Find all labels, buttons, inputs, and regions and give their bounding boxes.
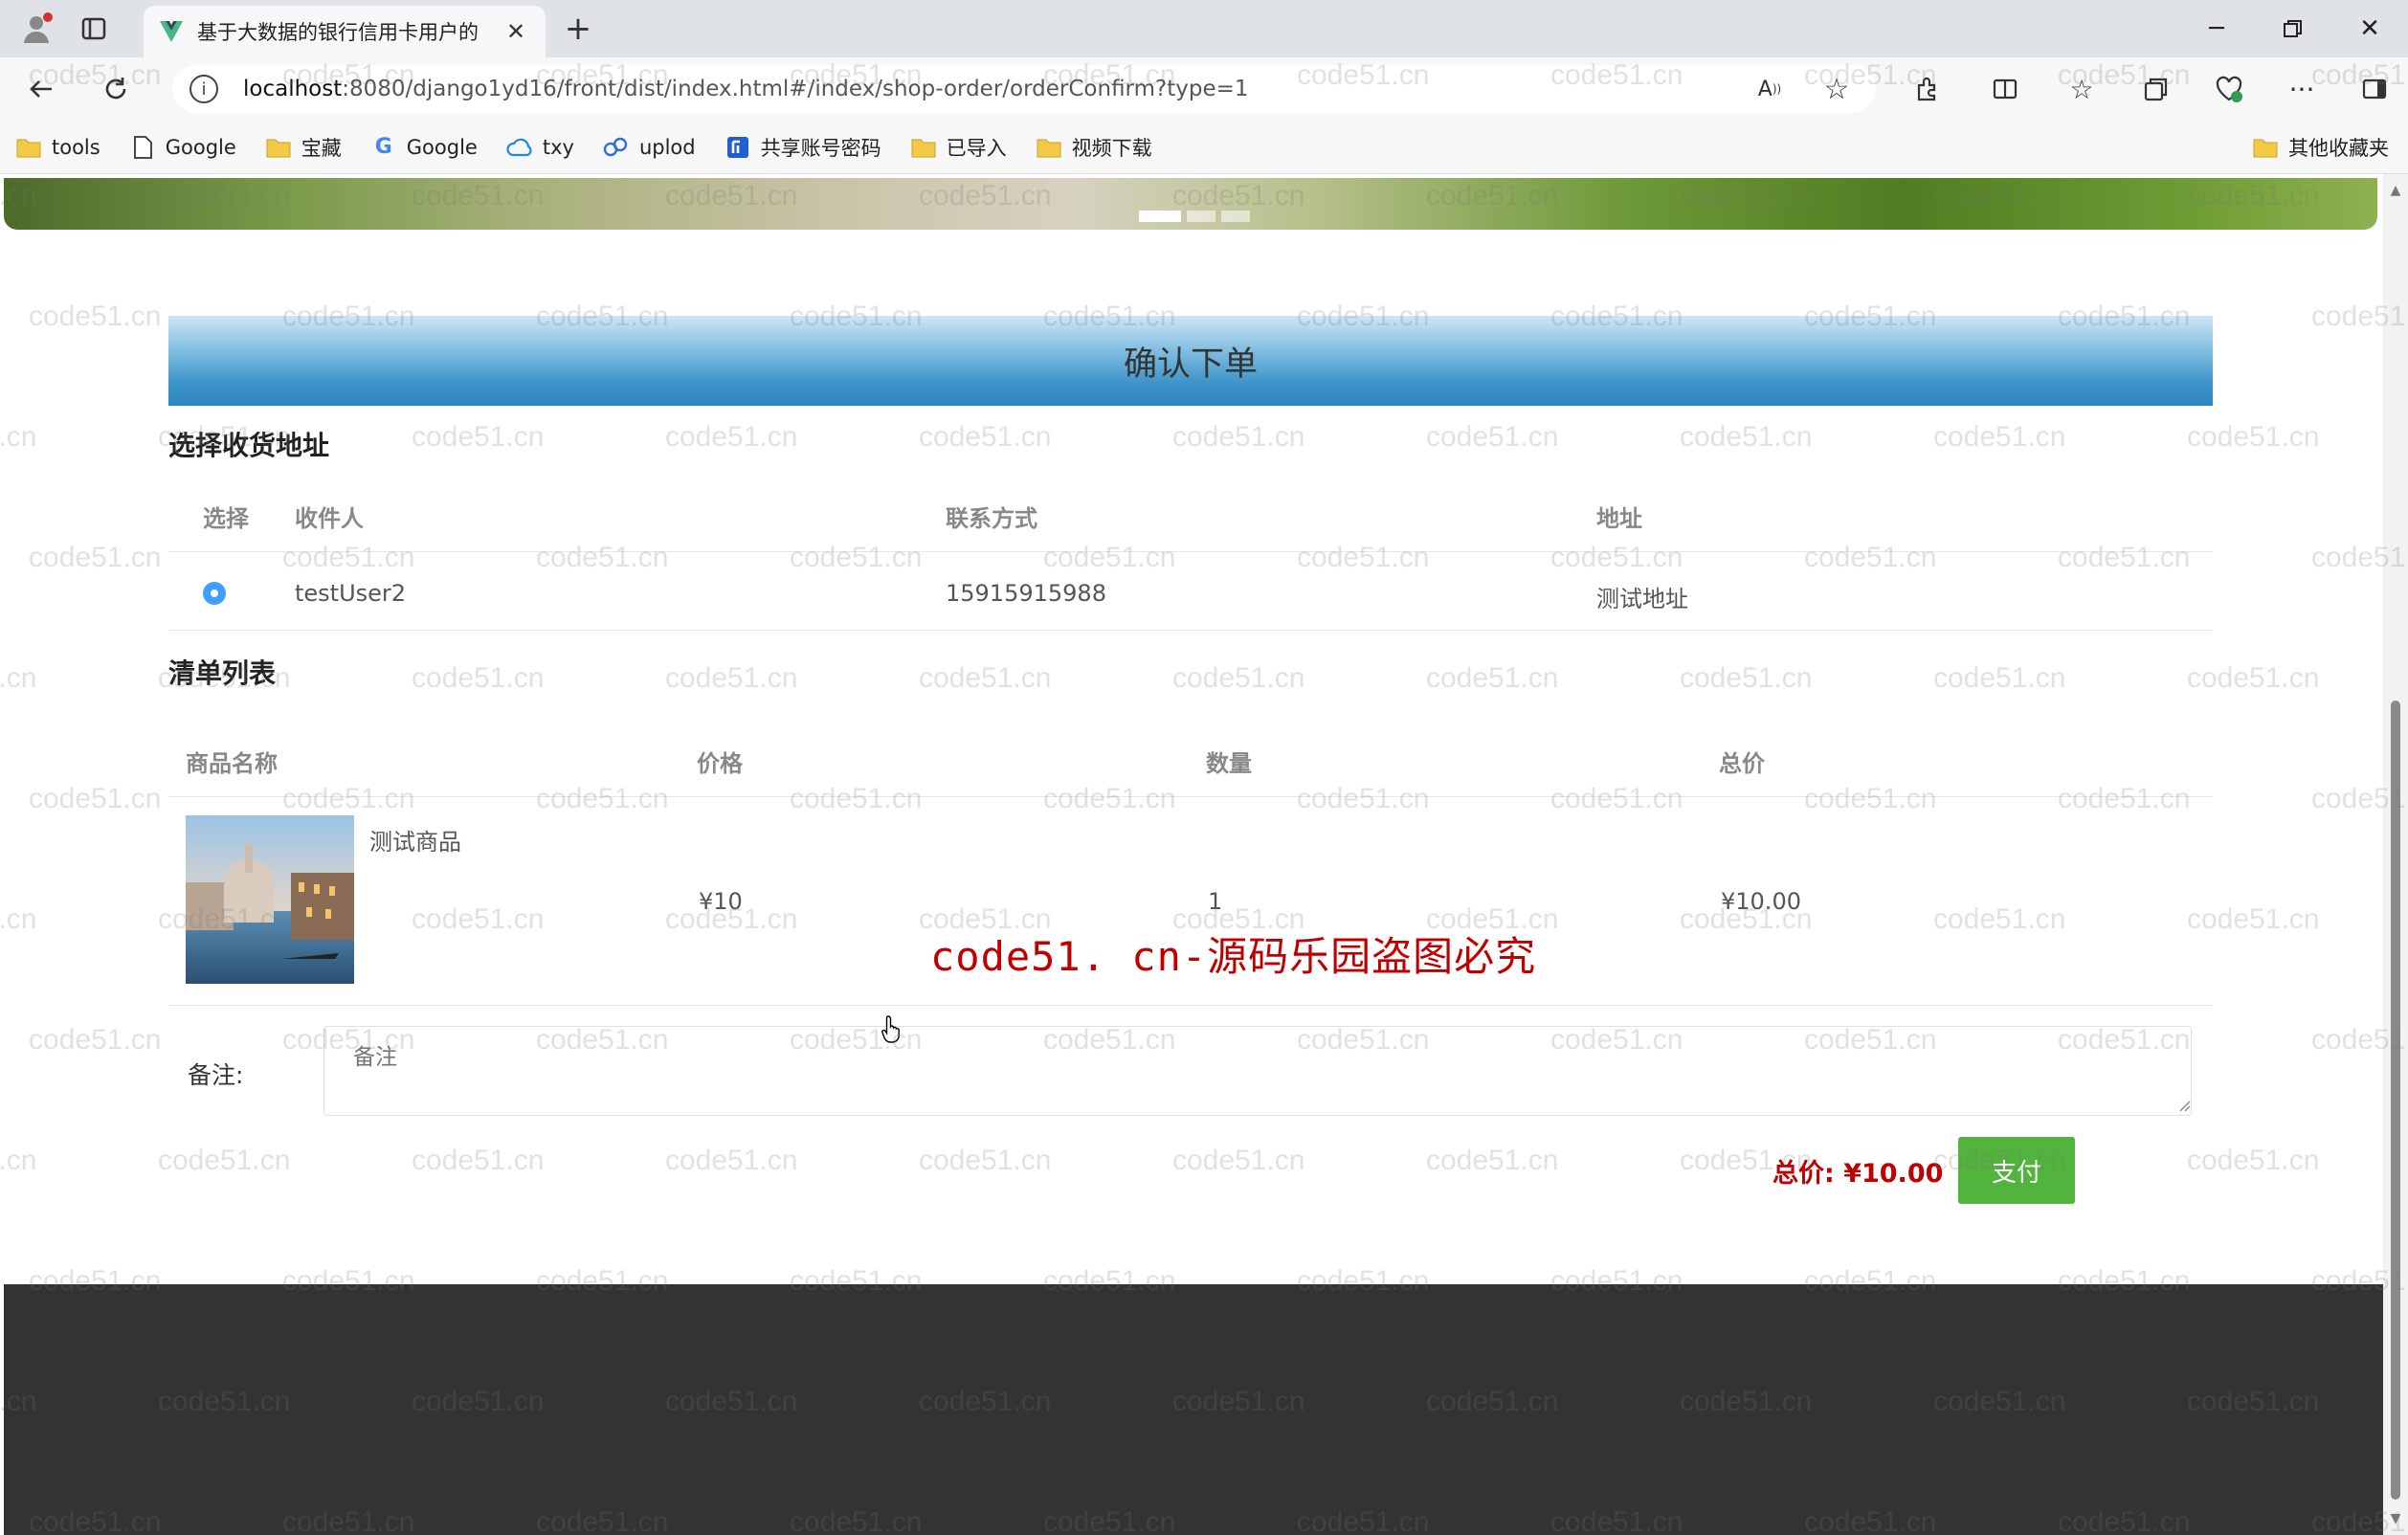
- collections-icon[interactable]: [2140, 73, 2173, 105]
- product-quantity: 1: [1208, 888, 1223, 915]
- browser-essentials-icon[interactable]: [2213, 73, 2245, 105]
- read-aloud-icon[interactable]: A)): [1753, 75, 1786, 103]
- list-section-title: 清单列表: [168, 657, 277, 689]
- divider: [168, 551, 2213, 552]
- order-total: 总价: ¥10.00: [1773, 1159, 1944, 1189]
- recipient-address: 测试地址: [1596, 586, 1688, 612]
- more-menu-icon[interactable]: ···: [2285, 73, 2318, 105]
- textarea-resize-icon[interactable]: [2177, 1099, 2191, 1112]
- site-info-icon[interactable]: i: [190, 75, 218, 103]
- column-header-phone: 联系方式: [946, 505, 1037, 532]
- bookmark-google-page[interactable]: Google: [129, 136, 236, 159]
- address-table: 选择 收件人 联系方式 地址 testUser2 15915915988 测试地…: [168, 500, 2213, 634]
- product-image[interactable]: [186, 815, 354, 984]
- bookmark-shared-accounts[interactable]: 共享账号密码: [725, 133, 881, 162]
- carousel-indicators: [1139, 211, 1256, 222]
- product-name: 测试商品: [369, 829, 461, 856]
- minimize-button[interactable]: ─: [2178, 0, 2255, 57]
- divider: [168, 1005, 2213, 1006]
- page-title: 确认下单: [168, 316, 2213, 406]
- browser-titlebar: 基于大数据的银行信用卡用户的 ✕ + ─ ✕: [0, 0, 2408, 57]
- pay-button[interactable]: 支付: [1958, 1137, 2075, 1204]
- split-screen-icon[interactable]: [1989, 73, 2021, 105]
- hand-cursor-icon: [881, 1015, 900, 1043]
- back-icon[interactable]: [23, 71, 59, 107]
- profile-icon[interactable]: [17, 10, 56, 48]
- column-header-address: 地址: [1596, 505, 1642, 532]
- share-icon: [725, 136, 751, 159]
- column-header-total: 总价: [1719, 750, 1765, 777]
- carousel-banner: [4, 178, 2377, 230]
- page-viewport: 确认下单 选择收货地址 选择 收件人 联系方式 地址 testUser2 159…: [0, 174, 2383, 1535]
- favorites-icon[interactable]: ☆: [2065, 73, 2098, 105]
- scrollbar-thumb[interactable]: [2391, 701, 2400, 1500]
- recipient-name: testUser2: [295, 580, 407, 607]
- vue-favicon-icon: [159, 19, 184, 44]
- folder-icon: [265, 136, 292, 159]
- remark-textarea[interactable]: [323, 1026, 2192, 1116]
- google-icon: G: [374, 135, 392, 159]
- sidebar-toggle-icon[interactable]: [2358, 73, 2391, 105]
- product-total: ¥10.00: [1721, 888, 1801, 915]
- other-bookmarks[interactable]: 其他收藏夹: [2252, 121, 2389, 174]
- column-header-recipient: 收件人: [295, 505, 364, 532]
- column-header-select: 选择: [203, 505, 249, 532]
- column-header-quantity: 数量: [1206, 750, 1252, 777]
- page-scrollbar[interactable]: ▲ ▼: [2383, 174, 2408, 1535]
- favorite-star-icon[interactable]: ☆: [1820, 73, 1853, 106]
- page-footer: [4, 1284, 2383, 1535]
- address-bar[interactable]: i localhost:8080/django1yd16/front/dist/…: [172, 65, 1876, 113]
- tab-actions-icon[interactable]: [78, 13, 109, 44]
- bookmark-video-download[interactable]: 视频下载: [1036, 133, 1152, 162]
- url-text: localhost:8080/django1yd16/front/dist/in…: [243, 77, 1249, 101]
- scroll-down-icon[interactable]: ▼: [2389, 1511, 2402, 1526]
- folder-icon: [910, 136, 937, 159]
- watermark-banner: code51. cn-源码乐园盗图必究: [930, 933, 1537, 980]
- tab-title: 基于大数据的银行信用卡用户的: [197, 21, 479, 44]
- tab-active[interactable]: 基于大数据的银行信用卡用户的 ✕: [144, 6, 546, 57]
- bookmark-baozang[interactable]: 宝藏: [265, 133, 342, 162]
- product-price: ¥10: [699, 888, 743, 915]
- bookmarks-bar: tools Google 宝藏 G Google txy uplod 共享账号密…: [0, 121, 2408, 174]
- page-icon: [129, 135, 156, 159]
- column-header-price: 价格: [697, 750, 743, 777]
- carousel-dot-1[interactable]: [1139, 211, 1181, 222]
- bookmark-txy[interactable]: txy: [506, 136, 574, 159]
- scroll-up-icon[interactable]: ▲: [2389, 183, 2402, 198]
- bookmark-tools[interactable]: tools: [15, 136, 100, 159]
- divider: [168, 796, 2213, 797]
- browser-toolbar: i localhost:8080/django1yd16/front/dist/…: [0, 57, 2408, 121]
- divider: [168, 630, 2213, 631]
- uplod-icon: [603, 136, 630, 159]
- extensions-icon[interactable]: [1910, 73, 1943, 105]
- carousel-dot-2[interactable]: [1187, 211, 1215, 222]
- reload-icon[interactable]: [98, 71, 134, 107]
- close-tab-icon[interactable]: ✕: [502, 17, 530, 46]
- column-header-product-name: 商品名称: [186, 750, 278, 777]
- close-window-button[interactable]: ✕: [2331, 0, 2408, 57]
- folder-icon: [2252, 136, 2279, 159]
- bookmark-uplod[interactable]: uplod: [603, 136, 696, 159]
- folder-icon: [15, 136, 42, 159]
- folder-icon: [1036, 136, 1062, 159]
- bookmark-google[interactable]: G Google: [370, 135, 478, 159]
- carousel-dot-3[interactable]: [1221, 211, 1250, 222]
- cloud-icon: [506, 136, 533, 159]
- bookmark-imported[interactable]: 已导入: [910, 133, 1007, 162]
- remark-label: 备注:: [188, 1061, 244, 1089]
- address-radio[interactable]: [203, 582, 226, 605]
- new-tab-icon[interactable]: +: [561, 10, 595, 48]
- recipient-phone: 15915915988: [946, 580, 1106, 607]
- restore-button[interactable]: [2255, 0, 2331, 57]
- address-section-title: 选择收货地址: [168, 430, 330, 461]
